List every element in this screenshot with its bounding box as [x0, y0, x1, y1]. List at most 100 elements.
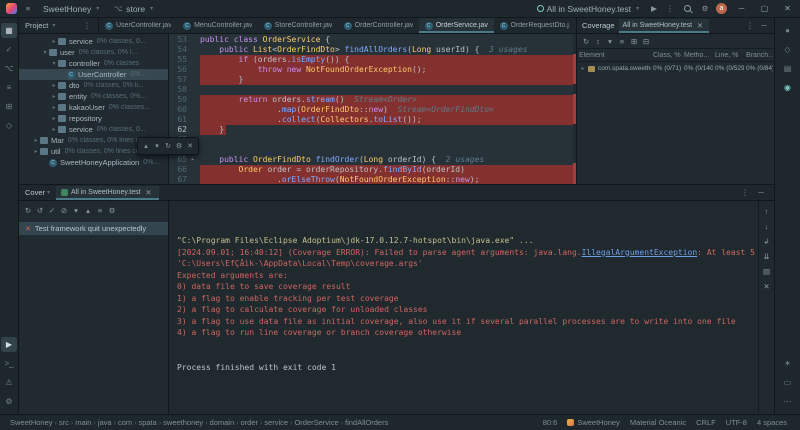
- structure-icon[interactable]: ≡: [1, 80, 17, 95]
- breadcrumb-item[interactable]: SweetHoney: [8, 418, 55, 427]
- project-tree-item[interactable]: ▾ user 0% classes, 0% l...: [19, 47, 168, 58]
- status-item[interactable]: CRLF: [691, 418, 721, 427]
- database-icon[interactable]: ▤: [780, 61, 796, 76]
- hide-icon[interactable]: ─: [756, 187, 766, 199]
- editor-tab[interactable]: C OrderController.java: [338, 18, 419, 33]
- code-line[interactable]: 67 .orElseThrow(NotFoundOrderException::…: [169, 175, 576, 184]
- avatar[interactable]: a: [716, 3, 727, 14]
- settings-icon[interactable]: ⚙: [1, 394, 17, 409]
- notifications-icon[interactable]: ●: [780, 23, 796, 38]
- tree-arrow-icon[interactable]: ▸: [50, 38, 58, 45]
- device-icon[interactable]: ▭: [780, 375, 796, 390]
- code-line[interactable]: 66 Order order = orderRepository.findByI…: [169, 165, 576, 175]
- project-tree-item[interactable]: ▸ service 0% classes, 0...: [19, 36, 168, 47]
- close-coverage-icon[interactable]: ✕: [186, 140, 194, 152]
- project-panel-header[interactable]: Project ▾ ⋮: [19, 18, 99, 33]
- code-line[interactable]: 59 return orders.stream() Stream<Order>: [169, 95, 576, 105]
- tree-arrow-icon[interactable]: ▸: [50, 82, 58, 89]
- project-tree-item[interactable]: ▸ kakaoUser 0% classes...: [19, 102, 168, 113]
- commit-icon[interactable]: ✓: [1, 42, 17, 57]
- breadcrumb-item[interactable]: src: [57, 418, 71, 427]
- print-icon[interactable]: ▤: [762, 265, 772, 277]
- breadcrumb-item[interactable]: domain: [208, 418, 237, 427]
- code-line[interactable]: 57 }: [169, 75, 576, 85]
- error-stripe[interactable]: [573, 34, 576, 184]
- code-line[interactable]: 64: [169, 145, 576, 155]
- gutter-run-icon[interactable]: ▸: [191, 155, 200, 165]
- breadcrumb-item[interactable]: java: [96, 418, 114, 427]
- coverage-column-header[interactable]: Class, %: [651, 52, 682, 59]
- status-item[interactable]: Material Oceanic: [625, 418, 691, 427]
- tree-arrow-icon[interactable]: ▸: [50, 93, 58, 100]
- code-line[interactable]: 60 .map(OrderFindDto::new) Stream<OrderF…: [169, 105, 576, 115]
- project-tree-item[interactable]: C UserController 0%...: [19, 69, 168, 80]
- breadcrumb-item[interactable]: spata: [136, 418, 158, 427]
- sort-icon[interactable]: ▾: [71, 204, 81, 216]
- maximize-button[interactable]: ▢: [756, 4, 773, 13]
- exception-link[interactable]: IllegalArgumentException: [582, 248, 698, 257]
- coverage-settings-icon[interactable]: ⚙: [175, 140, 183, 152]
- editor-tab[interactable]: C UserController.java: [99, 18, 177, 33]
- project-tree-item[interactable]: ▸ service 0% classes, 0...: [19, 124, 168, 135]
- prev-coverage-icon[interactable]: ▴: [142, 140, 150, 152]
- project-tree-item[interactable]: ▸ entity 0% classes, 0%...: [19, 91, 168, 102]
- more-icon[interactable]: ⋮: [745, 20, 755, 32]
- filter-icon[interactable]: ▾: [605, 35, 615, 47]
- tree-arrow-icon[interactable]: ▾: [50, 60, 58, 67]
- problems-icon[interactable]: ⚠: [1, 375, 17, 390]
- code-line[interactable]: 58: [169, 85, 576, 95]
- close-button[interactable]: ✕: [779, 4, 796, 13]
- cursor-position[interactable]: 80:6: [538, 418, 563, 427]
- services-icon[interactable]: ⊞: [1, 99, 17, 114]
- more-actions-icon[interactable]: ⋮: [665, 3, 675, 15]
- editor-tab[interactable]: C MenuController.java: [177, 18, 258, 33]
- minimize-button[interactable]: ─: [733, 4, 750, 13]
- show-ignored-icon[interactable]: ⊘: [59, 204, 69, 216]
- status-item[interactable]: 4 spaces: [752, 418, 792, 427]
- console-output[interactable]: "C:\Program Files\Eclipse Adoptium\jdk-1…: [169, 201, 758, 414]
- run-icon[interactable]: ▶: [1, 337, 17, 352]
- code-line[interactable]: 56 throw new NotFoundOrderException();: [169, 65, 576, 75]
- main-menu-icon[interactable]: ≡: [23, 3, 33, 15]
- up-stack-icon[interactable]: ↑: [762, 205, 772, 217]
- project-tree-item[interactable]: C SweetHoneyApplication 0%...: [19, 157, 168, 168]
- run-tab[interactable]: All in SweetHoney.test ✕: [56, 185, 159, 200]
- rerun-coverage-icon[interactable]: ↻: [164, 140, 172, 152]
- terminal-icon[interactable]: >_: [1, 356, 17, 371]
- breadcrumb-item[interactable]: service: [262, 418, 290, 427]
- clear-console-icon[interactable]: ✕: [762, 280, 772, 292]
- run-button[interactable]: ▶: [649, 3, 659, 15]
- status-item[interactable]: UTF-8: [721, 418, 752, 427]
- more-icon[interactable]: ⋮: [740, 187, 750, 199]
- project-tree-item[interactable]: ▾ controller 0% classes: [19, 58, 168, 69]
- code-line[interactable]: 53 public class OrderService {: [169, 35, 576, 45]
- expand-all-icon[interactable]: ▴: [83, 204, 93, 216]
- next-coverage-icon[interactable]: ▾: [153, 140, 161, 152]
- close-icon[interactable]: ✕: [144, 187, 154, 199]
- tree-arrow-icon[interactable]: ▸: [50, 115, 58, 122]
- vcs-branch-widget[interactable]: ⌥ store ▾: [109, 2, 157, 16]
- code-editor[interactable]: 53 public class OrderService {54 public L…: [169, 34, 576, 184]
- run-configuration-selector[interactable]: All in SweetHoney.test ▾: [533, 3, 643, 15]
- show-passed-icon[interactable]: ✓: [47, 204, 57, 216]
- breadcrumb-item[interactable]: main: [73, 418, 93, 427]
- project-tree-item[interactable]: ▸ repository: [19, 113, 168, 124]
- expand-all-icon[interactable]: ⊞: [629, 35, 639, 47]
- gradle-icon[interactable]: ◇: [780, 42, 796, 57]
- code-line[interactable]: 63: [169, 135, 576, 145]
- breadcrumb-item[interactable]: findAllOrders: [343, 418, 390, 427]
- breadcrumb-item[interactable]: order: [238, 418, 260, 427]
- tree-arrow-icon[interactable]: ▾: [41, 49, 49, 56]
- tree-arrow-icon[interactable]: ▸: [32, 137, 40, 144]
- tree-arrow-icon[interactable]: ▸: [32, 148, 40, 155]
- test-settings-icon[interactable]: ⚙: [107, 204, 117, 216]
- project-icon[interactable]: ▦: [1, 23, 17, 38]
- coverage-column-header[interactable]: Element: [577, 52, 651, 59]
- tree-arrow-icon[interactable]: ▸: [579, 65, 587, 72]
- rerun-failed-icon[interactable]: ↺: [35, 204, 45, 216]
- coverage-tab[interactable]: All in SweetHoney.test ✕: [618, 18, 710, 33]
- branch-icon[interactable]: ⌥: [1, 61, 17, 76]
- editor-tab[interactable]: C OrderRequestDto.j...: [494, 18, 576, 33]
- collapse-all-icon[interactable]: ≡: [95, 204, 105, 216]
- editor-tab[interactable]: C StoreController.java: [258, 18, 338, 33]
